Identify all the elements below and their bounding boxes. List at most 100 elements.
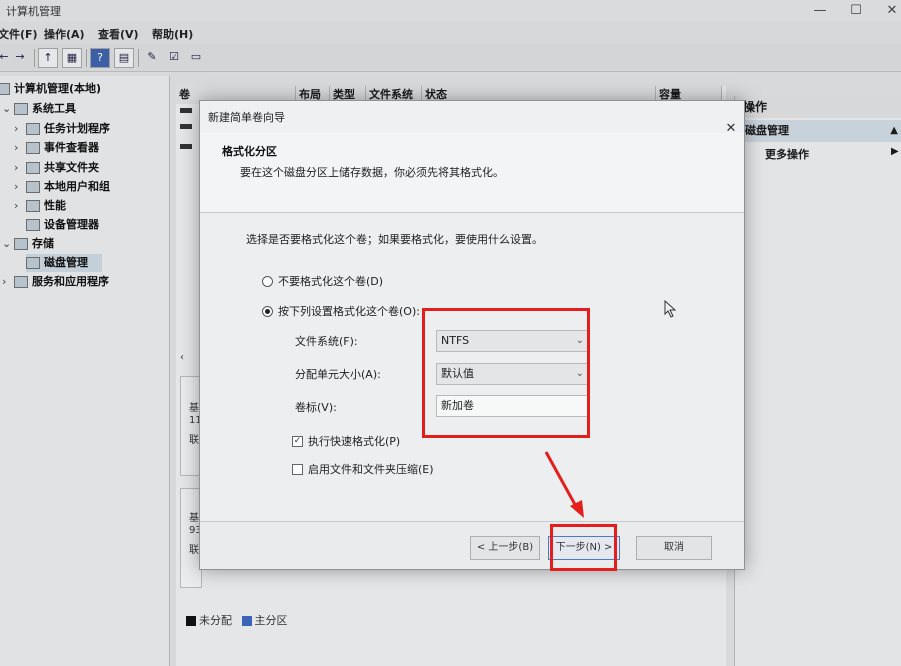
volume-label-label: 卷标(V): — [295, 401, 337, 414]
tree-item-services-apps[interactable]: › 服务和应用程序 — [2, 273, 109, 291]
legend-primary: 主分区 — [254, 614, 288, 627]
compression-label: 启用文件和文件夹压缩(E) — [308, 463, 434, 476]
radio-label: 按下列设置格式化这个卷(O): — [278, 305, 420, 318]
tree-item-performance[interactable]: › 性能 — [14, 197, 66, 215]
volume-row[interactable] — [180, 108, 192, 113]
disk-legend: 未分配 主分区 — [186, 612, 288, 628]
tree-item-task-scheduler[interactable]: › 任务计划程序 — [14, 120, 110, 138]
window-icon[interactable]: ▭ — [186, 48, 206, 68]
actions-header: 操作 — [735, 96, 901, 118]
radio-label: 不要格式化这个卷(D) — [278, 275, 384, 288]
tree-item-label: 磁盘管理 — [44, 256, 88, 269]
disk-label: 基 — [189, 513, 199, 524]
disk-icon — [26, 257, 40, 269]
mouse-pointer-icon — [664, 300, 677, 318]
dialog-footer: < 上一步(B) 下一步(N) > 取消 — [200, 521, 744, 569]
menu-help[interactable]: 帮助(H) — [152, 26, 193, 42]
close-button[interactable]: ✕ — [872, 0, 901, 22]
actions-section-disk-management[interactable]: 磁盘管理 ▲ — [735, 120, 901, 142]
collapse-up-icon[interactable]: ▲ — [890, 120, 898, 142]
quick-format-checkbox[interactable]: ✓ 执行快速格式化(P) — [292, 433, 400, 449]
dialog-title: 新建简单卷向导 — [208, 111, 285, 124]
tree-item-storage[interactable]: ⌄ 存储 — [2, 235, 54, 253]
tree-item-local-users[interactable]: › 本地用户和组 — [14, 178, 110, 196]
tree-item-device-manager[interactable]: 设备管理器 — [26, 216, 99, 234]
annotation-arrow-icon — [544, 451, 584, 518]
submenu-arrow-icon: ▶ — [891, 146, 899, 157]
menu-action[interactable]: 操作(A) — [44, 26, 85, 42]
tree-item-system-tools[interactable]: ⌄ 系统工具 — [2, 100, 76, 118]
format-prompt: 选择是否要格式化这个卷；如果要格式化，要使用什么设置。 — [246, 233, 543, 246]
toolbar: ← → ↑ ▦ ? ▤ ✎ ☑ ▭ — [0, 44, 901, 72]
toolbar-separator — [34, 49, 35, 67]
annotation-next-highlight — [550, 524, 617, 571]
radio-format[interactable]: 按下列设置格式化这个卷(O): — [262, 303, 420, 319]
up-folder-icon[interactable]: ↑ — [38, 48, 58, 68]
volume-row[interactable] — [180, 144, 192, 149]
menu-bar: 文件(F) 操作(A) 查看(V) 帮助(H) — [0, 22, 901, 44]
file-system-label: 文件系统(F): — [295, 335, 358, 348]
tree-item-disk-management[interactable]: 磁盘管理 — [26, 254, 102, 272]
volume-row[interactable] — [180, 124, 192, 129]
radio-indicator[interactable] — [262, 305, 273, 317]
radio-indicator[interactable] — [262, 275, 273, 287]
compression-checkbox[interactable]: 启用文件和文件夹压缩(E) — [292, 461, 434, 477]
chevron-right-icon: › — [2, 275, 7, 288]
tree-item-shared-folders[interactable]: › 共享文件夹 — [14, 159, 99, 177]
tree-item-event-viewer[interactable]: › 事件查看器 — [14, 139, 99, 157]
users-icon — [26, 181, 40, 193]
annotation-settings-highlight — [422, 308, 590, 438]
chevron-right-icon: › — [14, 141, 19, 154]
maximize-button[interactable]: ☐ — [836, 0, 876, 22]
primary-swatch — [241, 616, 252, 626]
clock-icon — [26, 123, 40, 135]
forward-arrow-icon[interactable]: → — [10, 48, 30, 68]
checkbox-unchecked-icon[interactable] — [292, 463, 303, 475]
tree-item-computer-management[interactable]: 计算机管理(本地) — [0, 80, 101, 98]
checkbox-checked-icon[interactable]: ✓ — [292, 435, 303, 447]
tree-item-label: 存储 — [32, 237, 54, 250]
minimize-button[interactable]: — — [800, 0, 840, 22]
tree-item-label: 共享文件夹 — [44, 161, 99, 174]
tree-item-label: 服务和应用程序 — [32, 275, 109, 288]
page-subheading: 要在这个磁盘分区上储存数据，你必须先将其格式化。 — [240, 166, 504, 179]
disk-status: 联 — [189, 545, 199, 556]
cancel-button[interactable]: 取消 — [636, 536, 712, 560]
actions-pane: 操作 磁盘管理 ▲ 更多操作 ▶ — [734, 96, 901, 666]
services-icon — [14, 276, 28, 288]
radio-no-format[interactable]: 不要格式化这个卷(D) — [262, 273, 383, 289]
device-manager-icon — [26, 219, 40, 231]
menu-file[interactable]: 文件(F) — [0, 26, 38, 42]
title-bar: 计算机管理 — ☐ ✕ — [0, 0, 901, 22]
disk-label: 基 — [189, 403, 199, 414]
chevron-down-icon: ⌄ — [2, 237, 12, 250]
menu-view[interactable]: 查看(V) — [98, 26, 139, 42]
storage-icon — [14, 238, 28, 250]
navigation-tree: 计算机管理(本地) ⌄ 系统工具 › 任务计划程序 › 事件查看器 › 共享文件夹 › 本… — [0, 76, 170, 666]
help-icon[interactable]: ? — [90, 48, 110, 68]
edit-icon[interactable]: ✎ — [142, 48, 162, 68]
toolbar-separator — [86, 49, 87, 67]
quick-format-label: 执行快速格式化(P) — [308, 435, 401, 448]
tree-item-label: 性能 — [44, 199, 66, 212]
chevron-down-icon: ⌄ — [2, 102, 12, 115]
show-hide-tree-icon[interactable]: ▦ — [62, 48, 82, 68]
toolbar-separator — [138, 49, 139, 67]
chevron-right-icon: › — [14, 161, 19, 174]
unallocated-swatch — [186, 616, 196, 626]
performance-icon — [26, 200, 40, 212]
tree-item-label: 事件查看器 — [44, 141, 99, 154]
tree-item-label: 系统工具 — [32, 102, 76, 115]
tree-item-label: 设备管理器 — [44, 218, 99, 231]
page-heading: 格式化分区 — [222, 145, 277, 158]
event-log-icon — [26, 142, 40, 154]
check-icon[interactable]: ☑ — [164, 48, 184, 68]
back-button[interactable]: < 上一步(B) — [470, 536, 540, 560]
tools-icon — [14, 103, 28, 115]
scroll-left-icon[interactable]: ‹ — [180, 352, 184, 363]
chevron-right-icon: › — [14, 199, 19, 212]
more-actions-item[interactable]: 更多操作 — [765, 146, 809, 162]
chevron-right-icon: › — [14, 180, 19, 193]
properties-icon[interactable]: ▤ — [114, 48, 134, 68]
allocation-size-label: 分配单元大小(A): — [295, 368, 381, 381]
